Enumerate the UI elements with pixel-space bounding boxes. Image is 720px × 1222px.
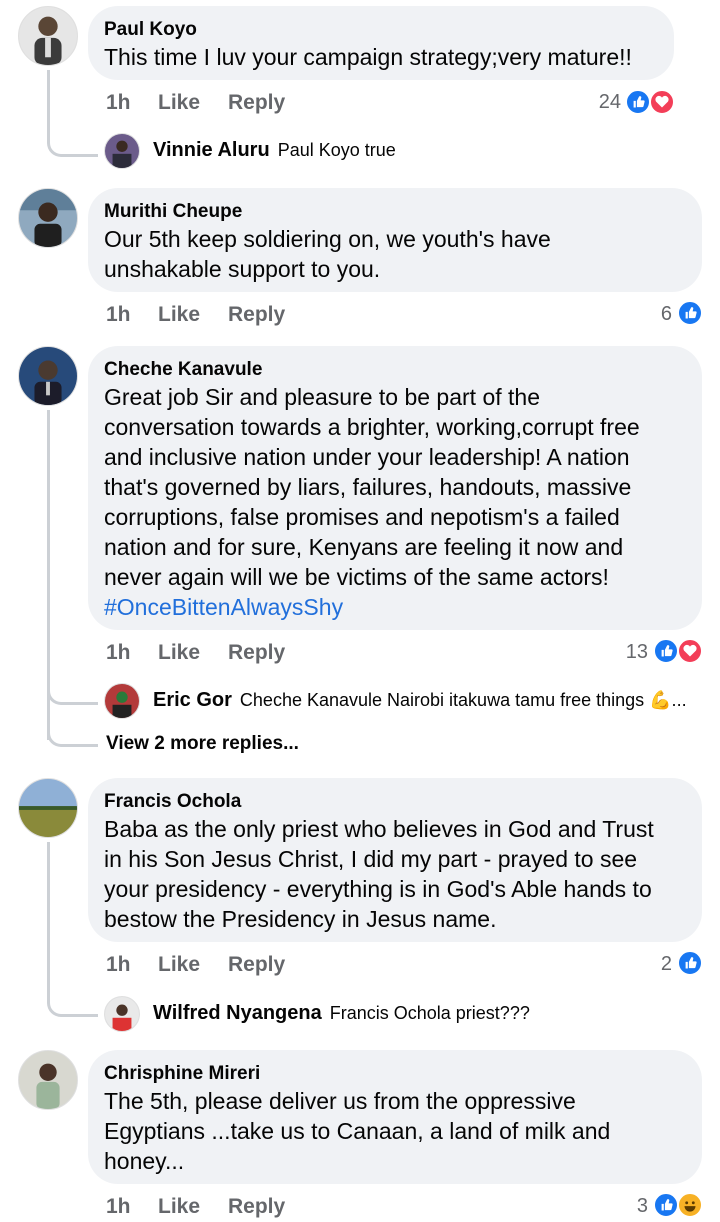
reply-author[interactable]: Wilfred Nyangena	[153, 1002, 322, 1025]
comment-text-line: your presidency - everything is in God's…	[104, 876, 652, 902]
like-icon	[625, 89, 651, 115]
love-icon	[677, 638, 703, 664]
reply-button[interactable]: Reply	[228, 303, 285, 327]
view-more-replies-link[interactable]: View 2 more replies...	[106, 733, 299, 755]
like-icon	[677, 300, 703, 326]
comment-timestamp[interactable]: 1h	[106, 1195, 131, 1219]
comment-bubble: Chrisphine Mireri The 5th, please delive…	[88, 1050, 702, 1184]
comment-timestamp[interactable]: 1h	[106, 953, 131, 977]
like-icon	[653, 1192, 679, 1218]
comment-text-line: Our 5th keep soldiering on, we youth's h…	[104, 226, 551, 252]
like-icon	[653, 638, 679, 664]
avatar[interactable]	[104, 133, 140, 169]
like-button[interactable]: Like	[158, 641, 200, 665]
avatar[interactable]	[18, 1050, 78, 1110]
comment-text-line: and inclusive nation under your leadersh…	[104, 444, 630, 470]
reaction-count[interactable]: 13	[612, 641, 648, 664]
reply-text: Cheche Kanavule Nairobi itakuwa tamu fre…	[239, 690, 687, 710]
comment-timestamp[interactable]: 1h	[106, 303, 131, 327]
avatar[interactable]	[18, 6, 78, 66]
comment-bubble: Paul Koyo This time I luv your campaign …	[88, 6, 674, 80]
like-button[interactable]: Like	[158, 91, 200, 115]
reaction-count[interactable]: 2	[640, 953, 672, 976]
reply-author[interactable]: Vinnie Aluru	[153, 139, 270, 162]
hashtag-link[interactable]: #OnceBittenAlwaysShy	[104, 592, 684, 622]
thread-line	[47, 842, 50, 994]
comment-bubble: Francis Ochola Baba as the only priest w…	[88, 778, 702, 942]
comment-text-line: conversation towards a brighter, working…	[104, 414, 640, 440]
comment-text-line: unshakable support to you.	[104, 256, 381, 282]
comment-text-line: Egyptians ...take us to Canaan, a land o…	[104, 1118, 611, 1144]
comment-author[interactable]: Cheche Kanavule	[104, 358, 684, 382]
reply-item: Vinnie Aluru Paul Koyo true	[153, 139, 396, 162]
avatar[interactable]	[104, 683, 140, 719]
reply-button[interactable]: Reply	[228, 641, 285, 665]
comment-author[interactable]: Paul Koyo	[104, 18, 656, 42]
thread-elbow	[47, 676, 98, 705]
reaction-count[interactable]: 24	[585, 91, 621, 114]
avatar[interactable]	[18, 778, 78, 838]
comment-timestamp[interactable]: 1h	[106, 91, 131, 115]
comment-text-line: never again will we be victims of the sa…	[104, 564, 609, 590]
like-button[interactable]: Like	[158, 303, 200, 327]
comment-text-line: that's governed by liars, failures, hand…	[104, 474, 632, 500]
reply-text: Paul Koyo true	[277, 140, 396, 160]
comment-timestamp[interactable]: 1h	[106, 641, 131, 665]
comment-bubble: Murithi Cheupe Our 5th keep soldiering o…	[88, 188, 702, 292]
comment-text-line: The 5th, please deliver us from the oppr…	[104, 1088, 576, 1114]
reaction-count[interactable]: 6	[640, 303, 672, 326]
like-button[interactable]: Like	[158, 1195, 200, 1219]
comment-text-line: Great job Sir and pleasure to be part of…	[104, 384, 540, 410]
comment-bubble: Cheche Kanavule Great job Sir and pleasu…	[88, 346, 702, 630]
reply-item: Eric Gor Cheche Kanavule Nairobi itakuwa…	[153, 689, 687, 712]
comment-author[interactable]: Chrisphine Mireri	[104, 1062, 684, 1086]
reply-button[interactable]: Reply	[228, 1195, 285, 1219]
love-icon	[649, 89, 675, 115]
haha-icon	[677, 1192, 703, 1218]
reply-button[interactable]: Reply	[228, 91, 285, 115]
thread-elbow	[47, 720, 98, 747]
thread-elbow	[47, 990, 98, 1017]
comment-author[interactable]: Murithi Cheupe	[104, 200, 684, 224]
thread-elbow	[47, 130, 98, 157]
comment-text: This time I luv your campaign strategy;v…	[104, 44, 632, 70]
comment-text-line: nation and for sure, Kenyans are feeling…	[104, 534, 624, 560]
thread-line	[47, 70, 50, 136]
reaction-count[interactable]: 3	[612, 1195, 648, 1218]
comment-text-line: bestow the Presidency in Jesus name.	[104, 906, 497, 932]
avatar[interactable]	[104, 996, 140, 1032]
avatar[interactable]	[18, 188, 78, 248]
reply-item: Wilfred Nyangena Francis Ochola priest??…	[153, 1002, 530, 1025]
reply-text: Francis Ochola priest???	[329, 1003, 530, 1023]
comment-text-line: honey...	[104, 1148, 185, 1174]
reply-button[interactable]: Reply	[228, 953, 285, 977]
reply-author[interactable]: Eric Gor	[153, 689, 232, 712]
comment-text-line: in his Son Jesus Christ, I did my part -…	[104, 846, 638, 872]
avatar[interactable]	[18, 346, 78, 406]
like-icon	[677, 950, 703, 976]
comment-text-line: Baba as the only priest who believes in …	[104, 816, 654, 842]
like-button[interactable]: Like	[158, 953, 200, 977]
comment-text-line: corruptions, false promises and nepotism…	[104, 504, 620, 530]
comment-author[interactable]: Francis Ochola	[104, 790, 684, 814]
